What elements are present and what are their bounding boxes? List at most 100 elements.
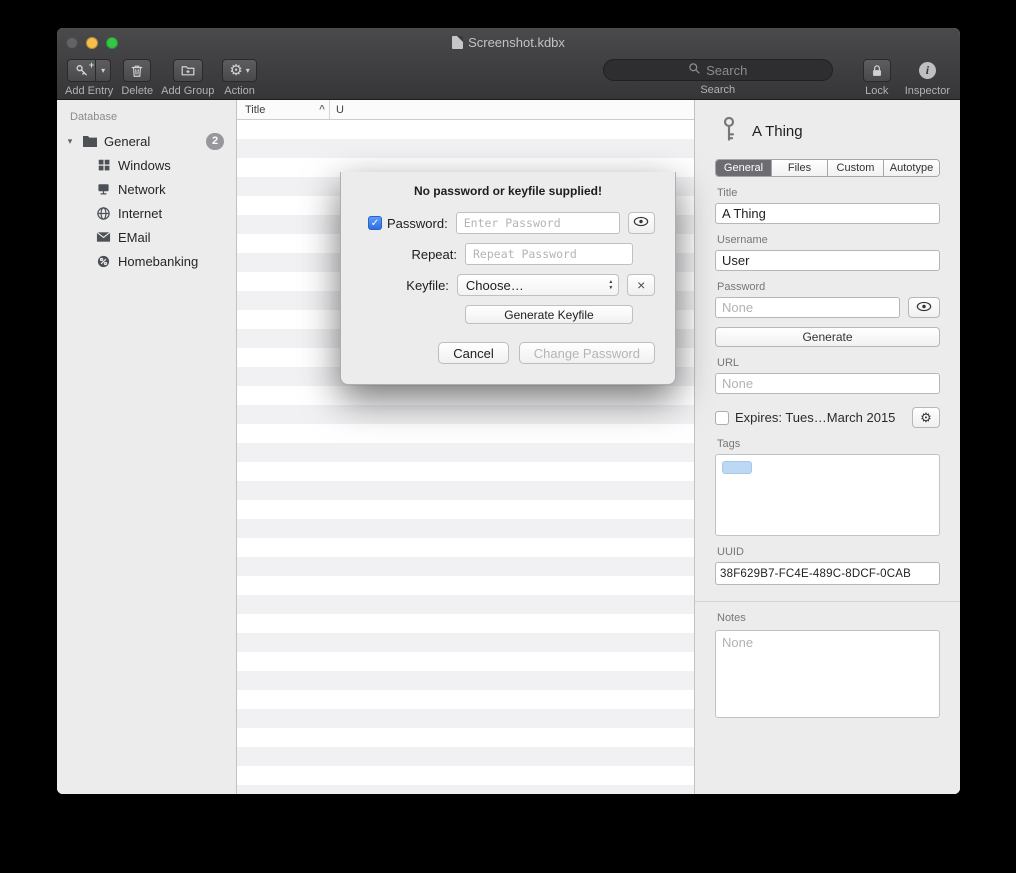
column-header-title[interactable]: Title ^ [237,100,330,119]
inspector-label: Inspector [905,85,950,97]
title-field[interactable] [715,203,940,224]
expires-options-button[interactable]: ⚙ [912,407,940,428]
tab-general[interactable]: General [716,160,772,176]
coin-percent-icon [95,253,112,270]
add-group-button[interactable] [173,59,203,82]
sidebar: Database ▾ General 2 Windows [57,100,237,794]
tab-custom[interactable]: Custom [828,160,884,176]
generate-password-button[interactable]: Generate [715,327,940,347]
stepper-down-icon: ▼ [608,286,613,291]
username-field-label: Username [717,234,940,246]
column-title-label: Title [245,104,265,116]
toolbar-item-inspector: i Inspector [905,59,950,97]
keyfile-dropdown[interactable]: Choose… ▲ ▼ [457,274,619,296]
key-icon [719,116,739,146]
lock-button[interactable] [863,59,891,82]
reveal-password-button[interactable] [908,297,940,318]
entry-count-badge: 2 [206,133,224,150]
clear-keyfile-button[interactable]: × [627,274,655,296]
sidebar-item-label: Network [118,182,166,197]
entry-title: A Thing [752,123,803,140]
column-header-username[interactable]: U [330,100,344,119]
plus-icon: + [89,61,94,69]
toolbar: + ▾ Add Entry Delete [57,57,960,100]
sidebar-item-network[interactable]: Network [57,177,236,201]
password-field[interactable] [715,297,900,318]
keyfile-selected-value: Choose… [466,278,524,293]
keyfile-label: Keyfile: [406,278,449,293]
repeat-password-input[interactable] [465,243,633,265]
tag-token[interactable] [722,461,752,474]
windows-icon [95,157,112,174]
toolbar-item-lock: Lock [863,59,891,97]
key-plus-icon: + [68,60,96,81]
toolbar-item-add-entry: + ▾ Add Entry [65,59,113,97]
sidebar-item-internet[interactable]: Internet [57,201,236,225]
keyfile-row: Keyfile: Choose… ▲ ▼ × [361,274,655,296]
sidebar-item-email[interactable]: EMail [57,225,236,249]
url-field[interactable] [715,373,940,394]
action-label: Action [224,85,255,97]
password-input-row: ✓ Password: [361,212,655,234]
check-icon: ✓ [371,218,379,229]
entry-list-header: Title ^ U [237,100,694,120]
tags-input-area[interactable] [715,454,940,536]
change-password-button[interactable]: Change Password [519,342,655,364]
sidebar-item-windows[interactable]: Windows [57,153,236,177]
disclosure-triangle-icon[interactable]: ▾ [65,136,75,147]
inspector-tabs: General Files Custom Autotype [715,159,940,177]
tab-autotype[interactable]: Autotype [884,160,939,176]
column-username-label: U [336,104,344,116]
folder-icon [81,133,98,150]
folder-plus-icon [180,63,196,78]
search-label: Search [700,84,735,96]
app-window: Screenshot.kdbx + ▾ Add Entry [57,28,960,794]
lock-label: Lock [865,85,888,97]
lock-icon [870,63,884,79]
envelope-icon [95,229,112,246]
sidebar-item-homebanking[interactable]: Homebanking [57,249,236,273]
enter-password-input[interactable] [456,212,620,234]
reveal-password-button[interactable] [628,212,655,234]
toolbar-item-add-group: Add Group [161,59,214,97]
action-button[interactable]: ⚙ ▾ [222,59,256,82]
sidebar-header: Database [57,108,236,129]
eye-icon [916,300,932,315]
delete-label: Delete [121,85,153,97]
sidebar-item-label: EMail [118,230,151,245]
delete-button[interactable] [123,59,151,82]
globe-icon [95,205,112,222]
password-checkbox[interactable]: ✓ [368,216,382,230]
stepper-up-icon: ▲ [608,280,613,285]
cancel-button[interactable]: Cancel [438,342,508,364]
toolbar-right-group: Search Search Lock [603,59,950,97]
inspector-divider [695,601,960,602]
search-icon [688,62,701,78]
toolbar-item-action: ⚙ ▾ Action [222,59,256,97]
gear-icon: ⚙ [229,63,242,78]
search-input[interactable]: Search [603,59,833,81]
password-row [715,297,940,318]
expires-label: Expires: Tues…March 2015 [735,410,895,425]
expires-row: Expires: Tues…March 2015 ⚙ [715,407,940,428]
tab-files[interactable]: Files [772,160,828,176]
chevron-down-icon: ▾ [246,66,250,75]
sheet-message: No password or keyfile supplied! [361,184,655,198]
inspector-button[interactable]: i [913,59,942,82]
username-field[interactable] [715,250,940,271]
add-entry-button[interactable]: + ▾ [67,59,111,82]
uuid-field[interactable] [715,562,940,585]
network-icon [95,181,112,198]
uuid-label: UUID [717,546,940,558]
chevron-down-icon[interactable]: ▾ [96,60,110,81]
sheet-actions: Cancel Change Password [361,342,655,364]
generate-keyfile-button[interactable]: Generate Keyfile [465,305,633,324]
sort-ascending-icon: ^ [319,104,325,115]
sidebar-group-general[interactable]: ▾ General 2 [57,129,236,153]
url-field-label: URL [717,357,940,369]
tags-label: Tags [717,438,940,450]
notes-field[interactable] [715,630,940,718]
add-entry-label: Add Entry [65,85,113,97]
toolbar-item-delete: Delete [121,59,153,97]
expires-checkbox[interactable] [715,411,729,425]
